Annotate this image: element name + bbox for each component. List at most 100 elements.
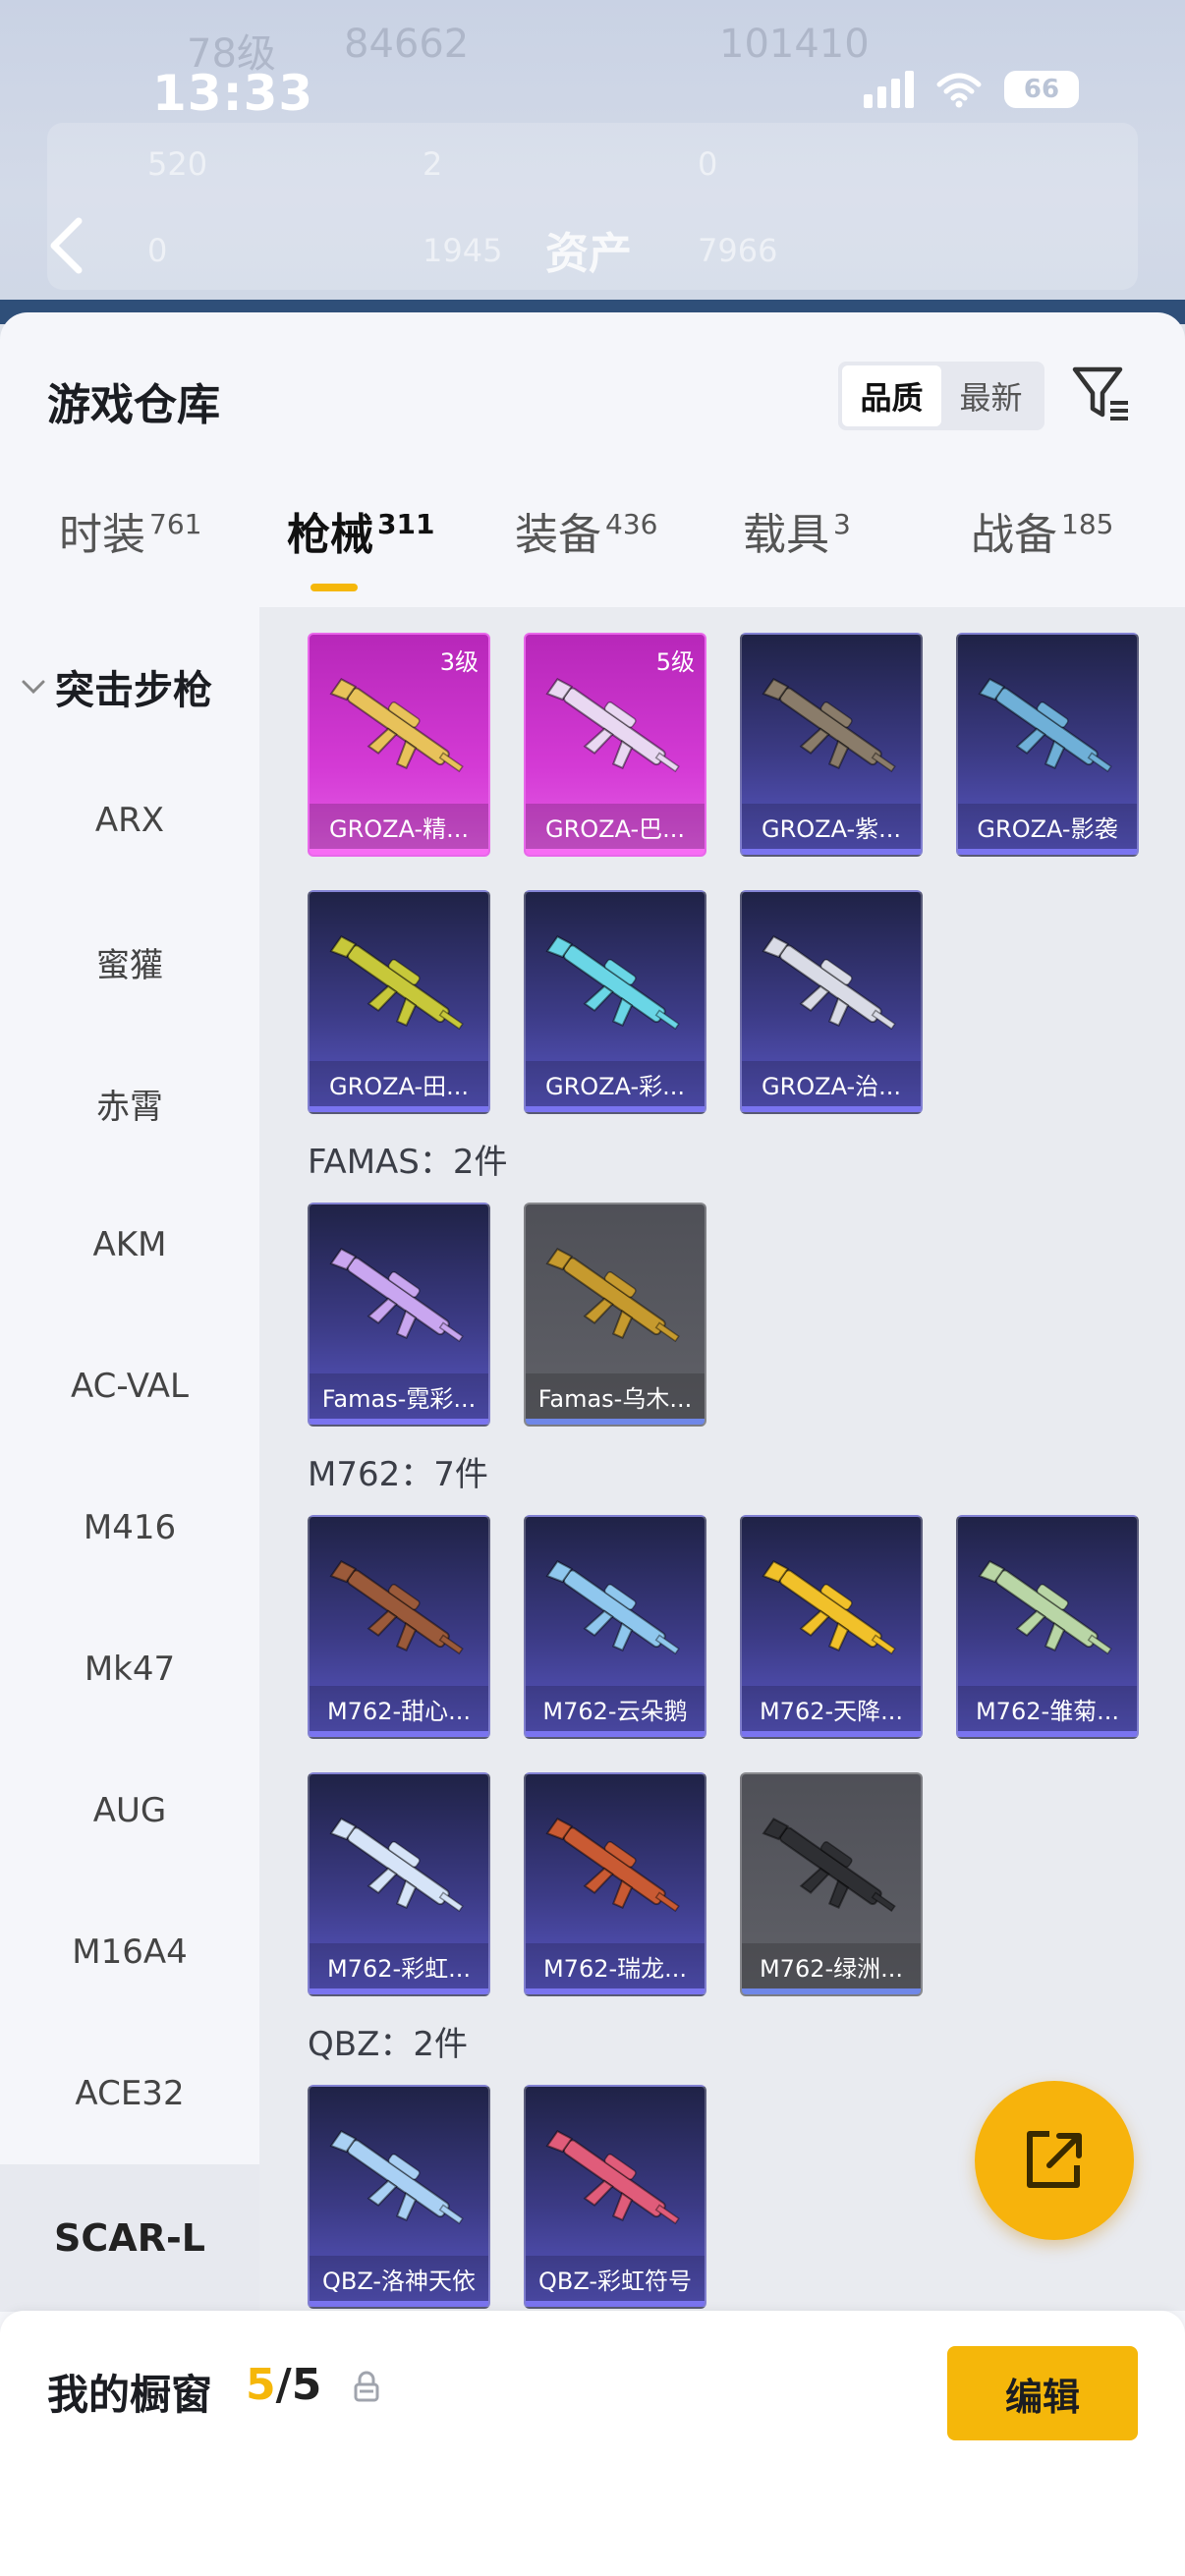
tab-vehicles[interactable]: 载具 3	[743, 499, 851, 607]
rarity-bar	[526, 2301, 705, 2307]
sidebar-item-akm[interactable]: AKM	[0, 1174, 259, 1316]
rarity-bar	[526, 1988, 705, 1994]
weapon-skin-image	[545, 935, 680, 1031]
weapon-sidebar: 突击步枪 ARX 蜜獾 赤霄 AKM AC-VAL M416 Mk47 AUG …	[0, 607, 259, 2312]
sort-quality-button[interactable]: 品质	[842, 365, 941, 426]
showcase-bar: 我的橱窗 5/5 编辑	[0, 2311, 1185, 2576]
skin-level-badge: 5级	[655, 648, 695, 676]
weapon-skin-card[interactable]: QBZ-彩虹符号	[524, 2085, 706, 2309]
tab-combat-supplies[interactable]: 战备 185	[971, 499, 1113, 607]
weapon-skin-image	[329, 935, 464, 1031]
sidebar-group-label: 突击步枪	[55, 668, 212, 713]
weapon-skin-image	[978, 1560, 1112, 1655]
showcase-total: /5	[275, 2360, 322, 2410]
rarity-bar	[742, 1731, 921, 1737]
section-label-famas: FAMAS：2件	[308, 1143, 508, 1182]
filter-icon[interactable]	[1069, 362, 1134, 426]
signal-icon	[864, 71, 914, 108]
skin-name: QBZ-彩虹符号	[526, 2256, 705, 2301]
tab-firearms[interactable]: 枪械 311	[287, 499, 434, 607]
weapon-skin-card[interactable]: M762-甜心...	[308, 1515, 490, 1739]
tab-label: 枪械	[287, 510, 373, 560]
weapon-skin-card[interactable]: Famas-霓彩...	[308, 1203, 490, 1427]
skin-name: GROZA-田...	[310, 1061, 488, 1106]
tab-label: 战备	[971, 510, 1057, 560]
chevron-down-icon	[22, 680, 45, 695]
skin-name: GROZA-紫...	[742, 804, 921, 849]
weapon-skin-card[interactable]: GROZA-治...	[740, 890, 923, 1114]
back-icon[interactable]	[39, 211, 98, 280]
sidebar-item-scar-l[interactable]: SCAR-L	[0, 2164, 259, 2312]
weapon-skin-card[interactable]: GROZA-田...	[308, 890, 490, 1114]
skin-name: GROZA-影袭	[958, 804, 1137, 849]
skin-level-badge: 3级	[439, 648, 479, 676]
skin-name: M762-绿洲...	[742, 1943, 921, 1988]
tab-label: 载具	[743, 510, 829, 560]
points-text: 101410	[719, 22, 870, 67]
rarity-bar	[958, 1731, 1137, 1737]
tab-equipment[interactable]: 装备 436	[515, 499, 657, 607]
tab-count: 761	[149, 508, 202, 540]
weapon-skin-card[interactable]: GROZA-影袭	[956, 633, 1139, 857]
weapon-skin-image	[545, 678, 680, 773]
skin-name: GROZA-巴...	[526, 804, 705, 849]
weapon-grid: 3级 GROZA-精... 5级 GROZA-巴... GROZA-紫... GROZA-…	[259, 607, 1185, 2311]
sidebar-item-arx[interactable]: ARX	[0, 750, 259, 891]
weapon-skin-image	[329, 2130, 464, 2225]
stat-value: 7966	[698, 232, 778, 269]
weapon-skin-card[interactable]: M762-彩虹...	[308, 1772, 490, 1996]
weapon-skin-image	[762, 935, 896, 1031]
edit-button[interactable]: 编辑	[947, 2346, 1138, 2440]
stat-value: 520	[147, 145, 208, 183]
weapon-skin-image	[545, 1560, 680, 1655]
sort-toggle: 品质 最新	[838, 362, 1044, 430]
share-button[interactable]	[975, 2081, 1134, 2240]
sidebar-item-m416[interactable]: M416	[0, 1457, 259, 1598]
sidebar-item-m16a4[interactable]: M16A4	[0, 1881, 259, 2023]
weapon-skin-card[interactable]: M762-绿洲...	[740, 1772, 923, 1996]
skin-name: QBZ-洛神天依	[310, 2256, 488, 2301]
weapon-skin-card[interactable]: M762-天降...	[740, 1515, 923, 1739]
tab-count: 3	[833, 508, 851, 540]
weapon-skin-card[interactable]: GROZA-紫...	[740, 633, 923, 857]
weapon-skin-card[interactable]: M762-瑞龙...	[524, 1772, 706, 1996]
weapon-skin-image	[329, 1248, 464, 1343]
weapon-skin-card[interactable]: QBZ-洛神天依	[308, 2085, 490, 2309]
sheet-title: 游戏仓库	[47, 380, 220, 430]
rarity-bar	[310, 1731, 488, 1737]
skin-name: M762-天降...	[742, 1686, 921, 1731]
stat-value: 2	[423, 145, 443, 183]
sidebar-item-aug[interactable]: AUG	[0, 1740, 259, 1881]
showcase-title: 我的橱窗	[47, 2371, 213, 2419]
weapon-skin-image	[762, 1560, 896, 1655]
weapon-skin-card[interactable]: Famas-乌木...	[524, 1203, 706, 1427]
weapon-skin-card[interactable]: 3级 GROZA-精...	[308, 633, 490, 857]
skin-name: GROZA-治...	[742, 1061, 921, 1106]
weapon-skin-card[interactable]: M762-雏菊...	[956, 1515, 1139, 1739]
sidebar-item-ac-val[interactable]: AC-VAL	[0, 1316, 259, 1457]
rarity-bar	[310, 1988, 488, 1994]
rarity-bar	[742, 1106, 921, 1112]
sidebar-group-assault-rifle[interactable]: 突击步枪	[20, 658, 212, 715]
skin-name: Famas-乌木...	[526, 1373, 705, 1419]
sidebar-item-mk47[interactable]: Mk47	[0, 1598, 259, 1740]
tab-fashion[interactable]: 时装 761	[59, 499, 201, 607]
skin-name: M762-云朵鹅	[526, 1686, 705, 1731]
weapon-skin-card[interactable]: GROZA-彩...	[524, 890, 706, 1114]
weapon-skin-card[interactable]: 5级 GROZA-巴...	[524, 633, 706, 857]
sidebar-item-honey-badger[interactable]: 蜜獾	[0, 891, 259, 1033]
sidebar-item-chixiao[interactable]: 赤霄	[0, 1033, 259, 1174]
background-header: 78级 84662 101410 520 2 0 0 1945 7966 13:…	[0, 0, 1185, 324]
weapon-skin-card[interactable]: M762-云朵鹅	[524, 1515, 706, 1739]
lock-icon	[354, 2371, 379, 2402]
skin-name: M762-雏菊...	[958, 1686, 1137, 1731]
skin-name: GROZA-精...	[310, 804, 488, 849]
active-tab-indicator	[310, 584, 358, 591]
showcase-count: 5/5	[246, 2360, 321, 2410]
weapon-skin-image	[545, 1248, 680, 1343]
weapon-skin-image	[329, 1560, 464, 1655]
sort-newest-button[interactable]: 最新	[941, 365, 1041, 426]
skin-name: M762-甜心...	[310, 1686, 488, 1731]
sidebar-item-ace32[interactable]: ACE32	[0, 2023, 259, 2164]
stat-value: 0	[147, 232, 168, 269]
